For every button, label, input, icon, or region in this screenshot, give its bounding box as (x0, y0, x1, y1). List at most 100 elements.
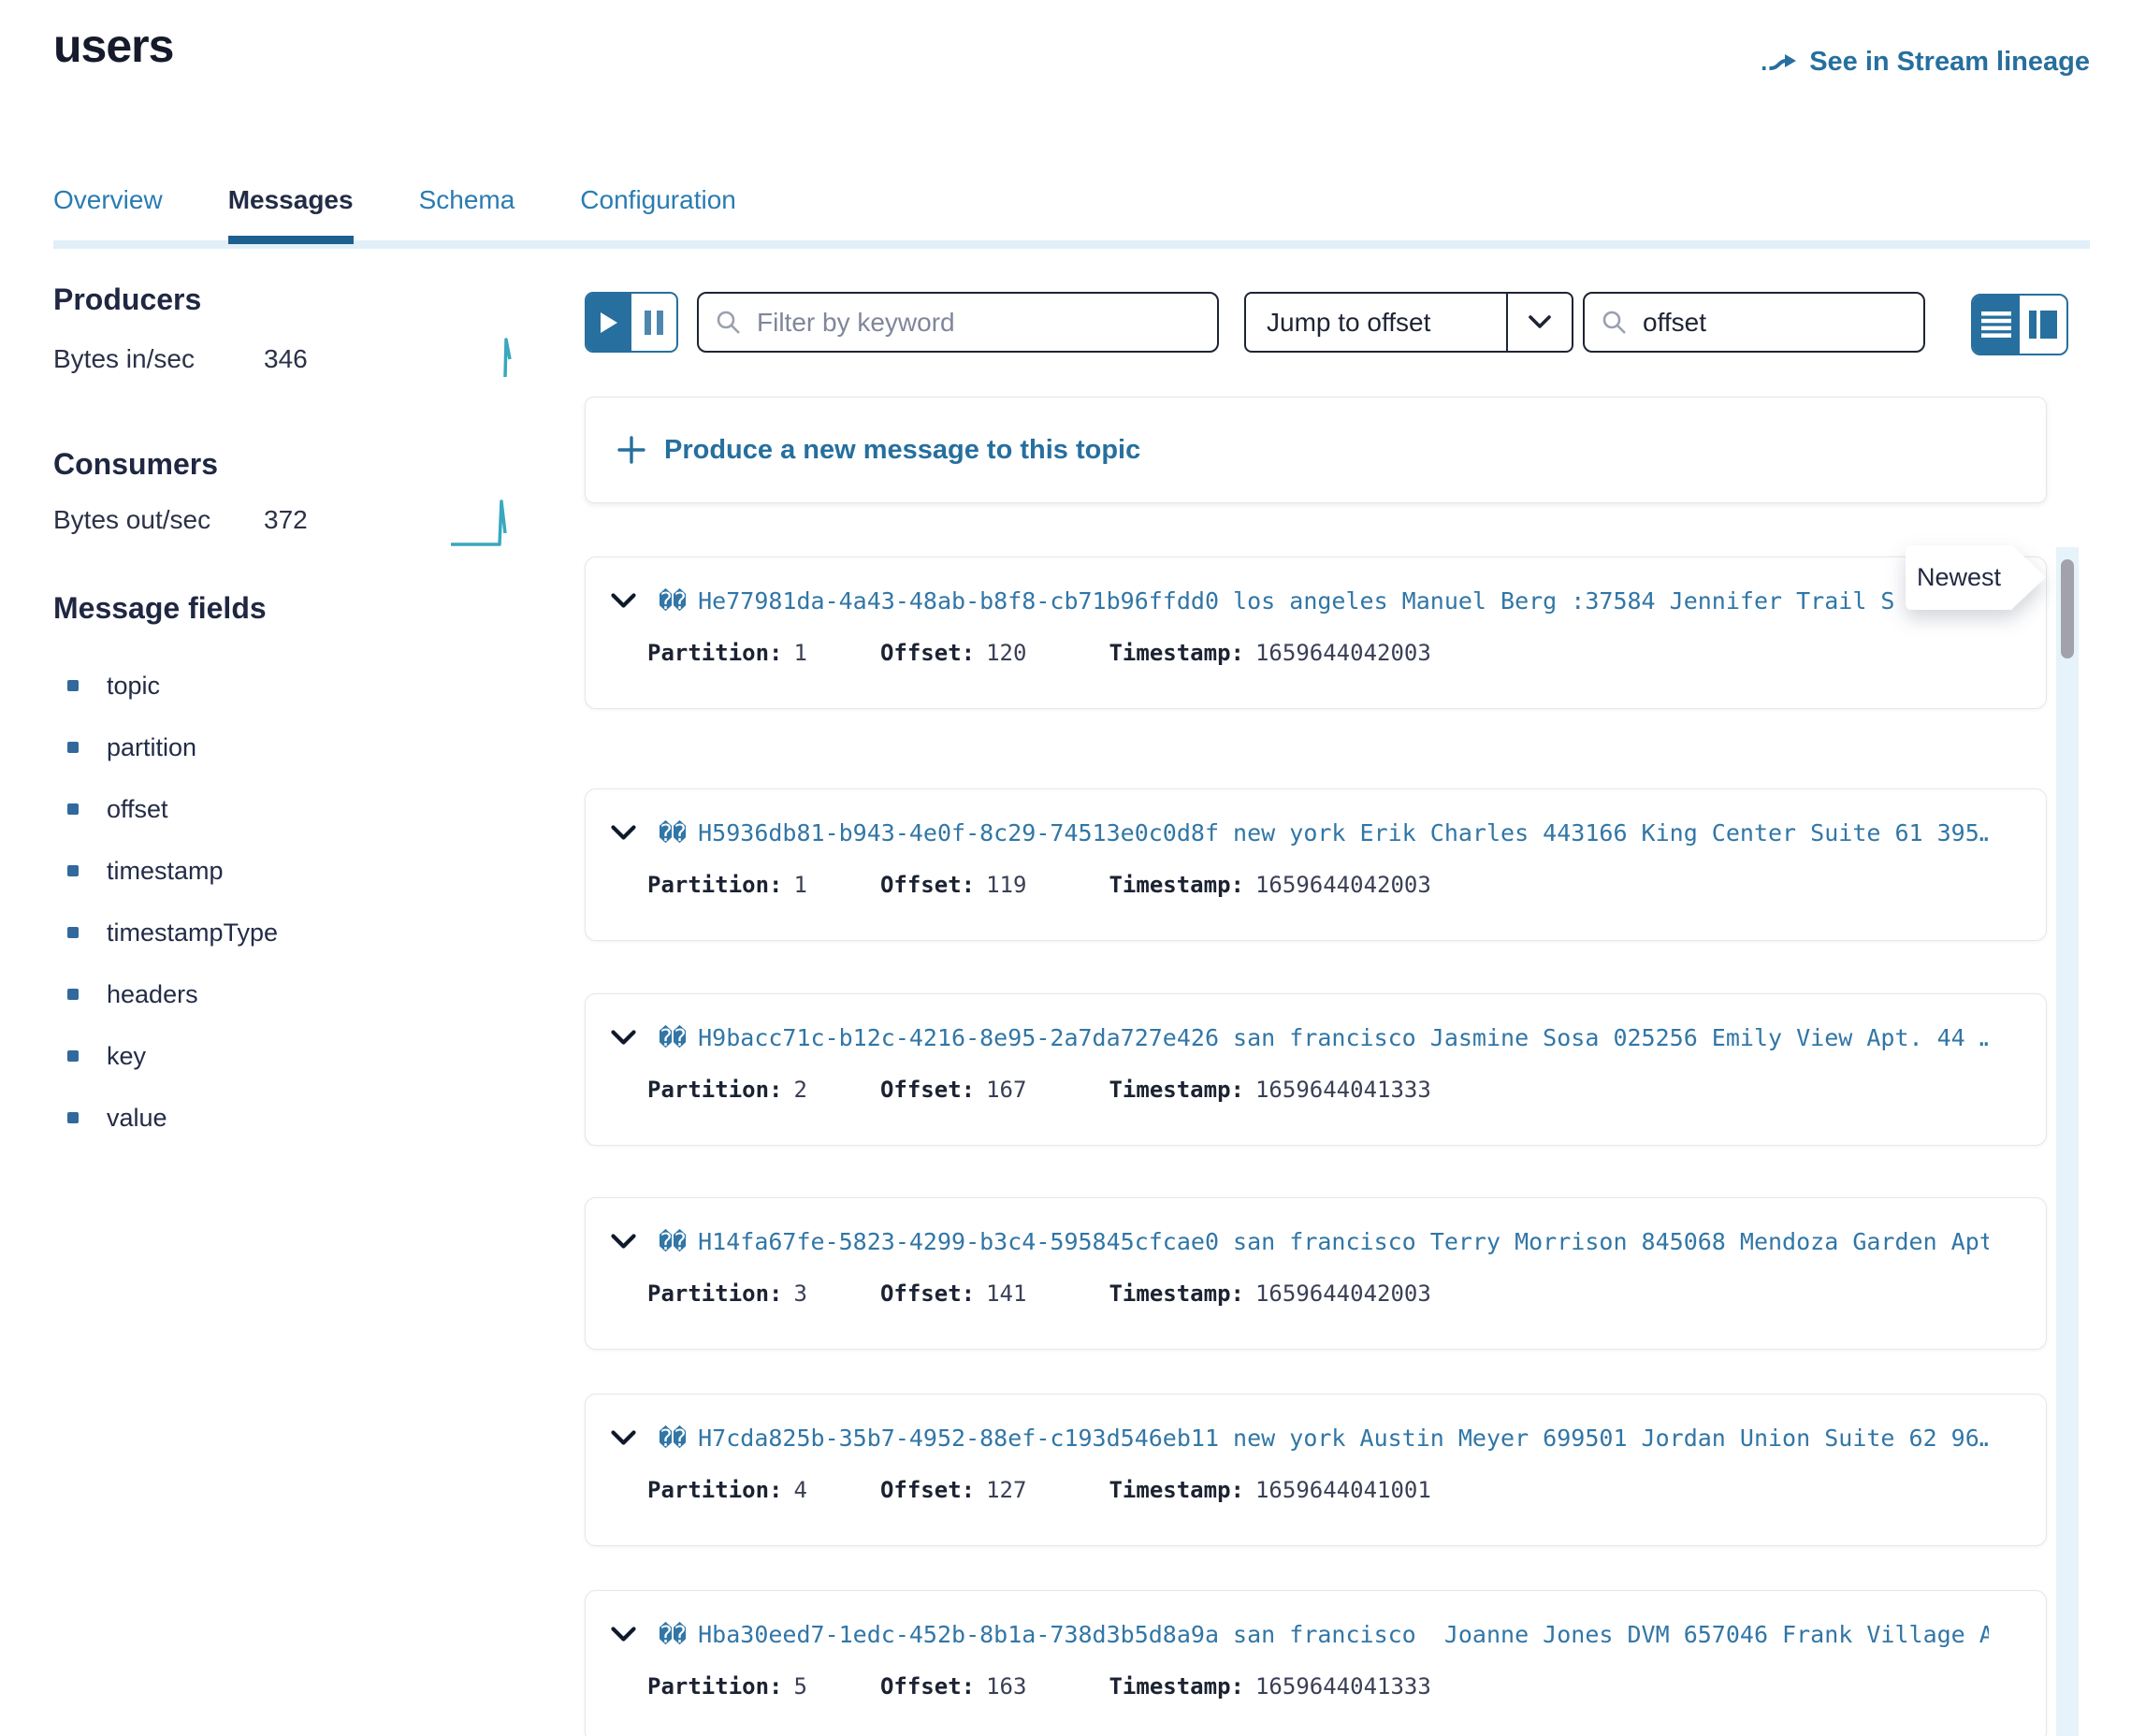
list-view-button[interactable] (1973, 296, 2020, 354)
partition-value: 1 (794, 872, 807, 898)
offset-value: 141 (986, 1280, 1026, 1307)
message-meta: Partition: 1 Offset: 119 Timestamp: 1659644… (647, 872, 1431, 898)
chevron-down-icon[interactable] (611, 825, 636, 841)
timestamp-value: 1659644041001 (1255, 1477, 1431, 1503)
partition-label: Partition: (647, 872, 783, 898)
key-binary-glyphs: �� (659, 587, 687, 615)
timestamp-value: 1659644042003 (1255, 872, 1431, 898)
message-meta: Partition:3 Offset:141 Timestamp:1659644… (647, 1280, 1431, 1307)
offset-label: Offset: (880, 1477, 975, 1503)
partition-value: 1 (794, 640, 807, 666)
select-caret-section (1506, 294, 1572, 351)
newest-tooltip: Newest (1906, 545, 2012, 610)
timestamp-label: Timestamp: (1109, 872, 1244, 898)
message-key: H14fa67fe-5823-4299-b3c4-595845cfcae0 sa… (698, 1228, 1989, 1255)
key-binary-glyphs: �� (659, 1024, 687, 1051)
partition-label: Partition: (647, 1280, 783, 1307)
message-meta: Partition:1 Offset:120 Timestamp:1659644… (647, 640, 1431, 666)
partition-value: 3 (794, 1280, 807, 1307)
message-field-headers[interactable]: headers (67, 963, 278, 1025)
message-field-timestamp[interactable]: timestamp (67, 840, 278, 902)
key-binary-glyphs: �� (659, 1621, 687, 1648)
chevron-down-icon[interactable] (611, 1030, 636, 1046)
message-fields-heading: Message fields (53, 591, 267, 626)
partition-label: Partition: (647, 640, 783, 666)
message-key: Hba30eed7-1edc-452b-8b1a-738d3b5d8a9a sa… (698, 1621, 1989, 1648)
pause-button[interactable] (631, 294, 676, 351)
partition-label: Partition: (647, 1077, 783, 1103)
offset-value: 119 (986, 872, 1026, 898)
bytes-out-value: 372 (264, 505, 308, 535)
key-binary-glyphs: �� (659, 819, 687, 846)
offset-value: 167 (986, 1077, 1026, 1103)
tab-overview[interactable]: Overview (53, 185, 163, 244)
message-row[interactable]: �� He77981da-4a43-48ab-b8f8-cb71b96ffdd0… (585, 557, 2047, 709)
bytes-in-value: 346 (264, 344, 308, 374)
jump-to-offset-value: Jump to offset (1246, 308, 1506, 338)
field-bullet-icon (67, 927, 79, 938)
offset-label: Offset: (880, 872, 975, 898)
partition-value: 4 (794, 1477, 807, 1503)
message-row[interactable]: �� H5936db81-b943-4e0f-8c29-74513e0c0d8f… (585, 788, 2047, 941)
message-field-key[interactable]: key (67, 1025, 278, 1087)
field-bullet-icon (67, 680, 79, 691)
messages-scrollbar-track[interactable] (2056, 547, 2079, 1736)
message-meta: Partition:2 Offset:167 Timestamp:1659644… (647, 1077, 1431, 1103)
offset-label: Offset: (880, 640, 975, 666)
message-key: He77981da-4a43-48ab-b8f8-cb71b96ffdd0 lo… (698, 587, 1894, 615)
columns-view-button[interactable] (2020, 296, 2066, 354)
offset-search-input[interactable] (1641, 307, 1906, 339)
tab-schema[interactable]: Schema (419, 185, 515, 244)
message-row[interactable]: �� H9bacc71c-b12c-4216-8e95-2a7da727e426… (585, 993, 2047, 1146)
message-field-timestampType[interactable]: timestampType (67, 902, 278, 963)
offset-value: 127 (986, 1477, 1026, 1503)
produce-message-button[interactable]: Produce a new message to this topic (585, 397, 2047, 503)
play-button[interactable] (587, 294, 631, 351)
view-mode-toggle (1971, 294, 2068, 355)
chevron-down-icon[interactable] (611, 593, 636, 609)
offset-label: Offset: (880, 1673, 975, 1700)
timestamp-value: 1659644041333 (1255, 1673, 1431, 1700)
message-meta: Partition:5 Offset:163 Timestamp:1659644… (647, 1673, 1431, 1700)
partition-value: 2 (794, 1077, 807, 1103)
dashed-arrow-right-icon (1761, 51, 1798, 75)
message-field-partition[interactable]: partition (67, 716, 278, 778)
offset-value: 163 (986, 1673, 1026, 1700)
chevron-down-icon[interactable] (611, 1234, 636, 1250)
message-meta: Partition:4 Offset:127 Timestamp:1659644… (647, 1477, 1431, 1503)
play-icon (599, 311, 619, 335)
pause-icon (644, 310, 664, 336)
jump-to-offset-select[interactable]: Jump to offset (1244, 292, 1573, 353)
message-field-value[interactable]: value (67, 1087, 278, 1149)
tab-messages[interactable]: Messages (228, 185, 354, 244)
message-field-topic[interactable]: topic (67, 655, 278, 716)
message-row[interactable]: �� H14fa67fe-5823-4299-b3c4-595845cfcae0… (585, 1197, 2047, 1350)
chevron-down-icon[interactable] (611, 1627, 636, 1642)
partition-label: Partition: (647, 1477, 783, 1503)
message-fields-list: topic partition offset timestamp timesta… (67, 655, 278, 1149)
keyword-filter-input[interactable] (755, 307, 1200, 339)
keyword-filter-field (697, 292, 1219, 353)
bytes-in-sparkline (457, 333, 522, 382)
message-key: H7cda825b-35b7-4952-88ef-c193d546eb11 ne… (698, 1425, 1989, 1452)
list-view-icon (1981, 311, 2011, 338)
message-key: H9bacc71c-b12c-4216-8e95-2a7da727e426 sa… (698, 1024, 1989, 1051)
message-row[interactable]: �� H7cda825b-35b7-4952-88ef-c193d546eb11… (585, 1394, 2047, 1546)
offset-label: Offset: (880, 1280, 975, 1307)
messages-scrollbar-thumb[interactable] (2061, 559, 2074, 658)
offset-value: 120 (986, 640, 1026, 666)
field-bullet-icon (67, 1112, 79, 1123)
producers-heading: Producers (53, 282, 201, 317)
chevron-down-icon (1529, 315, 1551, 329)
search-icon (716, 310, 742, 336)
partition-label: Partition: (647, 1673, 783, 1700)
plus-icon (617, 436, 645, 464)
message-field-offset[interactable]: offset (67, 778, 278, 840)
message-row[interactable]: �� Hba30eed7-1edc-452b-8b1a-738d3b5d8a9a… (585, 1590, 2047, 1736)
key-binary-glyphs: �� (659, 1425, 687, 1452)
chevron-down-icon[interactable] (611, 1430, 636, 1446)
tab-configuration[interactable]: Configuration (580, 185, 736, 244)
stream-lineage-link[interactable]: See in Stream lineage (1761, 47, 2090, 78)
timestamp-label: Timestamp: (1109, 1280, 1244, 1307)
bytes-out-label: Bytes out/sec (53, 505, 210, 535)
